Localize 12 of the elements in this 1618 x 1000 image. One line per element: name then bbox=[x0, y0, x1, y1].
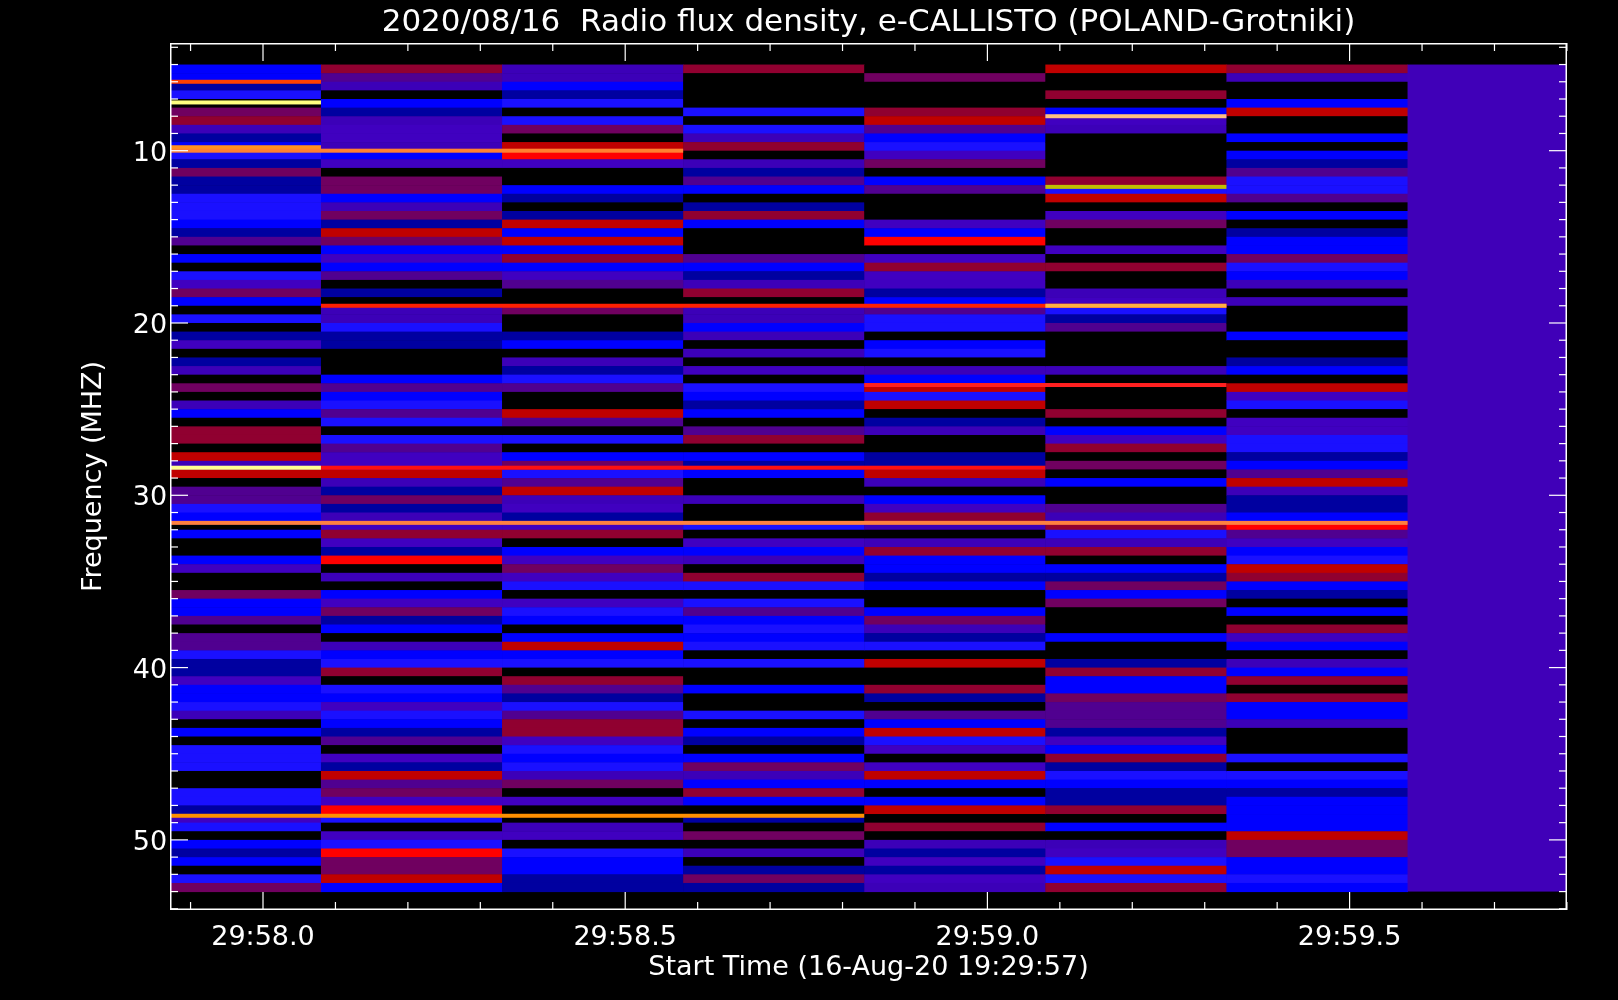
chart-title: 2020/08/16 Radio flux density, e-CALLISTO (POLAND-Grotniki) bbox=[381, 2, 1356, 38]
y-tick-label: 10 bbox=[132, 135, 168, 167]
y-axis-label: Frequency (MHZ) bbox=[76, 360, 107, 593]
x-tick-label: 29:59.5 bbox=[1297, 920, 1402, 951]
y-tick-label: 20 bbox=[132, 308, 168, 339]
x-tick-label: 29:58.0 bbox=[211, 920, 315, 951]
y-tick-label: 50 bbox=[132, 824, 168, 856]
x-axis-label: Start Time (16-Aug-20 19:29:57) bbox=[648, 950, 1089, 981]
y-tick-label: 30 bbox=[132, 480, 168, 512]
x-tick-label: 29:58.5 bbox=[573, 920, 677, 951]
y-tick-label: 40 bbox=[132, 652, 168, 684]
x-tick-label: 29:59.0 bbox=[935, 920, 1040, 951]
